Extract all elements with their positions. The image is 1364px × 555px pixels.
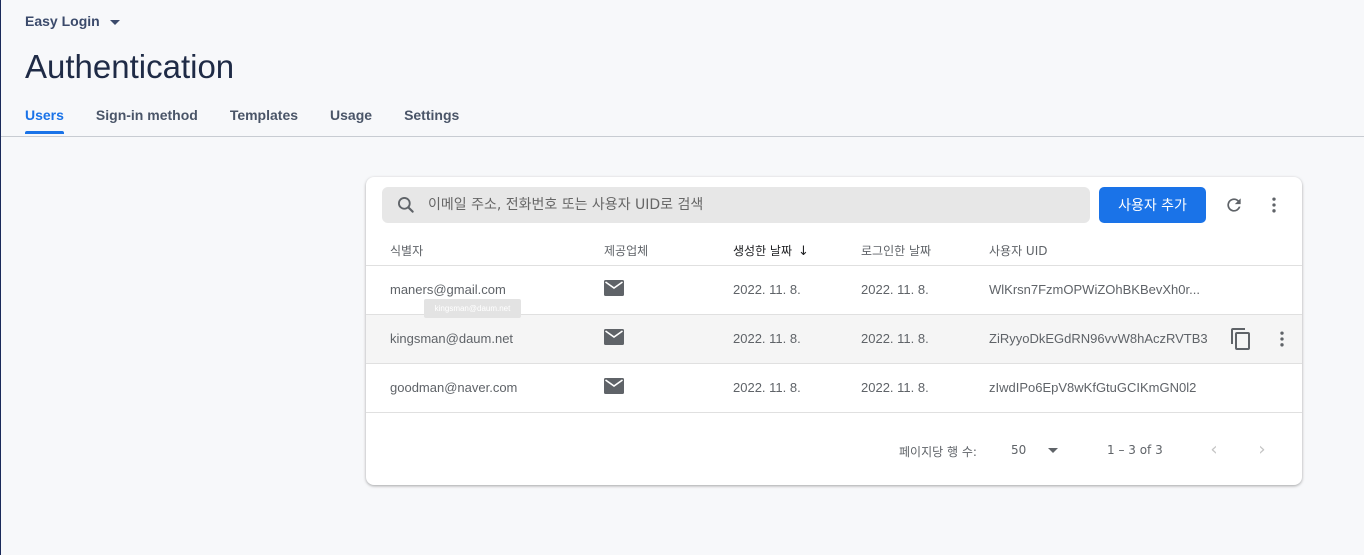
- tab-bar: Users Sign-in method Templates Usage Set…: [25, 105, 491, 134]
- search-input[interactable]: [426, 196, 1070, 214]
- rows-per-page-label: 페이지당 행 수:: [899, 445, 977, 459]
- table-row[interactable]: kingsman@daum.net 2022. 11. 8. 2022. 11.…: [366, 315, 1302, 364]
- rows-per-page-select[interactable]: 50: [1011, 443, 1059, 457]
- page-range: 1 – 3 of 3: [1107, 443, 1163, 457]
- chevron-right-icon: ›: [1258, 438, 1266, 460]
- next-page-button[interactable]: ›: [1250, 437, 1274, 461]
- cell-signed-in: 2022. 11. 8.: [861, 380, 929, 395]
- caret-down-icon: [1048, 447, 1059, 453]
- tab-users[interactable]: Users: [25, 105, 64, 134]
- refresh-button[interactable]: [1220, 191, 1248, 219]
- tab-templates[interactable]: Templates: [230, 105, 298, 134]
- column-signed-in[interactable]: 로그인한 날짜: [861, 242, 931, 259]
- copy-icon: [1231, 328, 1250, 350]
- tab-settings[interactable]: Settings: [404, 105, 459, 134]
- cell-identifier: maners@gmail.com: [390, 282, 506, 297]
- project-name: Easy Login: [25, 13, 100, 29]
- cell-created: 2022. 11. 8.: [733, 331, 801, 346]
- arrow-down-icon: ↓: [798, 244, 809, 259]
- column-created[interactable]: 생성한 날짜 ↓: [733, 242, 809, 259]
- column-uid[interactable]: 사용자 UID: [989, 242, 1048, 259]
- users-card: 사용자 추가 식별자 제공업체 생성한 날짜↓ 로그인한 날짜 사용자 UID …: [366, 177, 1302, 485]
- search-icon: [398, 197, 414, 213]
- search-bar: [382, 187, 1090, 223]
- tab-usage[interactable]: Usage: [330, 105, 372, 134]
- refresh-icon: [1227, 198, 1241, 212]
- column-identifier[interactable]: 식별자: [390, 242, 423, 259]
- cell-uid: WlKrsn7FzmOPWiZOhBKBevXh0r...: [989, 282, 1199, 297]
- mail-icon: [604, 329, 624, 345]
- cell-uid: ZiRyyoDkEGdRN96vvW8hAczRVTB3: [989, 331, 1208, 346]
- table-header: 식별자 제공업체 생성한 날짜 ↓ 로그인한 날짜 사용자 UID: [366, 239, 1302, 266]
- mail-icon: [604, 280, 624, 296]
- previous-page-button[interactable]: ‹: [1202, 437, 1226, 461]
- table-row[interactable]: goodman@naver.com 2022. 11. 8. 2022. 11.…: [366, 364, 1302, 413]
- cell-signed-in: 2022. 11. 8.: [861, 331, 929, 346]
- copy-uid-button[interactable]: [1228, 325, 1254, 353]
- cell-identifier: goodman@naver.com: [390, 380, 518, 395]
- add-user-button[interactable]: 사용자 추가: [1099, 187, 1206, 223]
- cell-uid: zIwdIPo6EpV8wKfGtuGCIKmGN0l2: [989, 380, 1197, 395]
- rows-per-page-value: 50: [1011, 443, 1027, 457]
- tab-sign-in-method[interactable]: Sign-in method: [96, 105, 198, 134]
- tooltip: kingsman@daum.net: [424, 299, 521, 318]
- cell-identifier: kingsman@daum.net: [390, 331, 514, 346]
- more-vert-icon: [1280, 331, 1284, 347]
- column-provider[interactable]: 제공업체: [604, 242, 648, 259]
- page-title: Authentication: [25, 48, 235, 85]
- chevron-left-icon: ‹: [1210, 438, 1218, 460]
- tab-divider: [1, 136, 1364, 137]
- cell-created: 2022. 11. 8.: [733, 282, 801, 297]
- cell-created: 2022. 11. 8.: [733, 380, 801, 395]
- row-more-button[interactable]: [1269, 325, 1295, 353]
- pagination-bar: 페이지당 행 수: 50 1 – 3 of 3 ‹ ›: [366, 413, 1302, 485]
- more-vert-icon: [1272, 197, 1276, 213]
- caret-down-icon: [109, 19, 120, 25]
- column-created-label: 생성한 날짜: [733, 244, 793, 258]
- project-selector[interactable]: Easy Login: [25, 13, 120, 29]
- more-options-button[interactable]: [1260, 191, 1288, 219]
- mail-icon: [604, 378, 624, 394]
- cell-signed-in: 2022. 11. 8.: [861, 282, 929, 297]
